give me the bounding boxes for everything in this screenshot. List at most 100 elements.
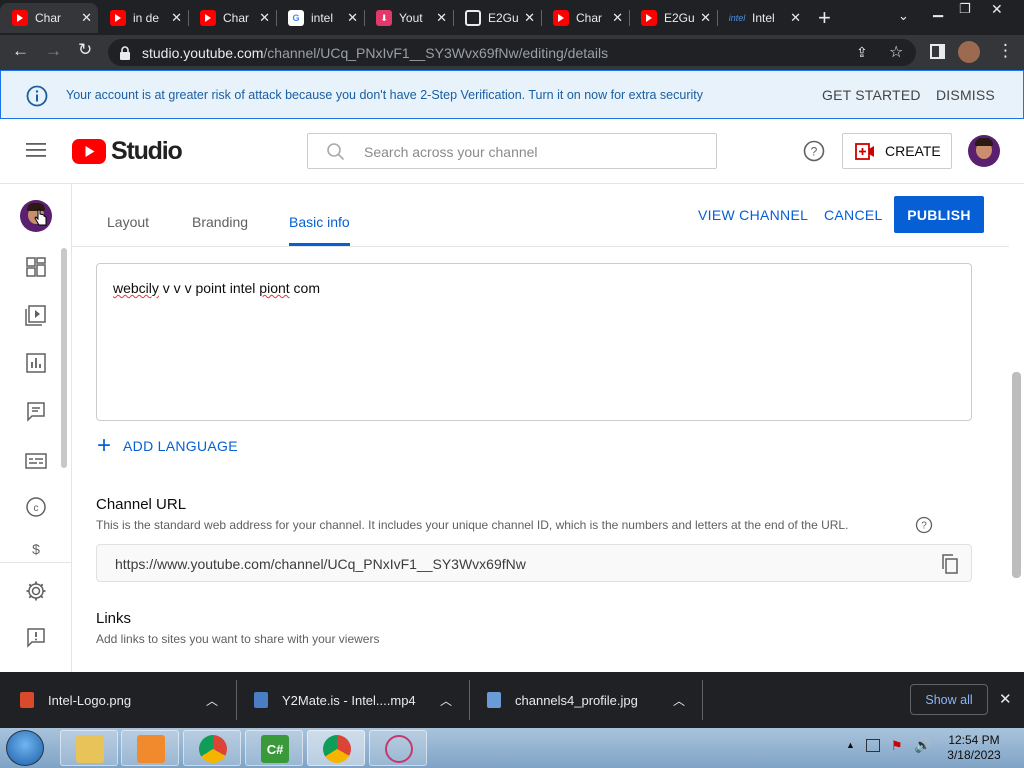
close-icon[interactable]: ✕ bbox=[612, 10, 623, 26]
download-item[interactable]: Y2Mate.is - Intel....mp4 ︿ bbox=[254, 672, 464, 728]
taskbar-chrome-active[interactable] bbox=[307, 730, 365, 766]
browser-tab[interactable]: ⬇ Yout ✕ bbox=[364, 3, 453, 33]
download-item[interactable]: channels4_profile.jpg ︿ bbox=[487, 672, 697, 728]
scissors-icon bbox=[385, 735, 413, 763]
browser-tab[interactable]: Char ✕ bbox=[0, 3, 98, 33]
subtitles-icon[interactable] bbox=[25, 450, 47, 472]
share-icon[interactable]: ⇪ bbox=[856, 44, 868, 61]
browser-tab[interactable]: in de ✕ bbox=[98, 3, 188, 33]
browser-tab[interactable]: intel Intel ✕ bbox=[717, 3, 807, 33]
tab-label: Char bbox=[35, 11, 62, 25]
search-input[interactable]: Search across your channel bbox=[307, 133, 717, 169]
chevron-up-icon[interactable]: ︿ bbox=[440, 692, 452, 709]
video-file-icon bbox=[254, 692, 268, 708]
taskbar-csharp[interactable]: C# bbox=[245, 730, 303, 766]
channel-url-field[interactable]: https://www.youtube.com/channel/UCq_PNxI… bbox=[96, 544, 972, 582]
side-panel-icon[interactable] bbox=[930, 44, 945, 59]
close-icon[interactable]: ✕ bbox=[524, 10, 535, 26]
browser-tab[interactable]: E2Gu ✕ bbox=[629, 3, 717, 33]
comments-icon[interactable] bbox=[25, 400, 47, 422]
close-icon[interactable]: ✕ bbox=[700, 10, 711, 26]
tab-layout[interactable]: Layout bbox=[107, 214, 149, 230]
taskbar-chrome[interactable] bbox=[183, 730, 241, 766]
show-all-button[interactable]: Show all bbox=[910, 684, 988, 715]
add-language-button[interactable]: + ADD LANGUAGE bbox=[97, 434, 238, 458]
close-icon[interactable]: ✕ bbox=[436, 10, 447, 26]
hamburger-menu-icon[interactable] bbox=[26, 142, 46, 158]
back-icon[interactable]: ← bbox=[12, 41, 29, 61]
cancel-button[interactable]: CANCEL bbox=[824, 207, 883, 223]
chevron-up-icon[interactable]: ︿ bbox=[673, 692, 685, 709]
close-downloads-icon[interactable]: ✕ bbox=[999, 690, 1012, 708]
description-word: piont bbox=[259, 280, 290, 296]
studio-logo[interactable]: Studio bbox=[72, 137, 183, 166]
close-icon[interactable]: ✕ bbox=[81, 10, 92, 26]
download-filename: channels4_profile.jpg bbox=[515, 692, 638, 708]
chevron-up-icon[interactable]: ︿ bbox=[206, 692, 218, 709]
analytics-icon[interactable] bbox=[25, 352, 47, 374]
feedback-icon[interactable] bbox=[25, 626, 47, 648]
download-item[interactable]: Intel-Logo.png ︿ bbox=[20, 672, 230, 728]
help-icon[interactable]: ? bbox=[803, 140, 825, 162]
tray-expand-icon[interactable]: ▲ bbox=[846, 740, 855, 750]
reload-icon[interactable]: ↻ bbox=[78, 40, 92, 60]
tab-label: in de bbox=[133, 11, 160, 25]
earn-icon[interactable]: $ bbox=[25, 542, 47, 556]
youtube-icon bbox=[110, 10, 126, 26]
taskbar-explorer[interactable] bbox=[60, 730, 118, 766]
tab-branding[interactable]: Branding bbox=[192, 214, 248, 230]
left-nav: c $ bbox=[0, 184, 72, 672]
taskbar-clock[interactable]: 12:54 PM 3/18/2023 bbox=[942, 733, 1006, 763]
network-icon[interactable] bbox=[866, 739, 880, 752]
account-avatar[interactable] bbox=[968, 135, 1000, 167]
help-icon[interactable]: ? bbox=[915, 516, 933, 534]
start-button-icon[interactable] bbox=[6, 730, 44, 766]
taskbar-snipping-tool[interactable] bbox=[369, 730, 427, 766]
lock-icon[interactable] bbox=[119, 46, 131, 60]
taskbar-media-player[interactable] bbox=[121, 730, 179, 766]
browser-tab[interactable]: E2Gu ✕ bbox=[453, 3, 541, 33]
copyright-icon[interactable]: c bbox=[25, 496, 47, 518]
restore-icon[interactable]: ❐ bbox=[959, 1, 971, 17]
publish-button[interactable]: PUBLISH bbox=[894, 196, 984, 233]
main-scrollbar[interactable] bbox=[1012, 372, 1021, 578]
browser-tab[interactable]: G intel ✕ bbox=[276, 3, 364, 33]
security-banner: Your account is at greater risk of attac… bbox=[0, 70, 1024, 119]
get-started-button[interactable]: GET STARTED bbox=[822, 87, 921, 103]
settings-gear-icon[interactable] bbox=[25, 580, 47, 602]
tab-basic-info[interactable]: Basic info bbox=[289, 214, 350, 230]
new-tab-icon[interactable]: + bbox=[818, 5, 831, 31]
url-text: studio.youtube.com/channel/UCq_PNxIvF1__… bbox=[142, 45, 608, 61]
description-textarea[interactable]: webcily v v v point intel piont com bbox=[96, 263, 972, 421]
logo-text: Studio bbox=[111, 137, 183, 165]
dashboard-icon[interactable] bbox=[25, 256, 47, 278]
address-bar[interactable]: studio.youtube.com/channel/UCq_PNxIvF1__… bbox=[108, 39, 916, 66]
close-icon[interactable]: ✕ bbox=[259, 10, 270, 26]
windows-taskbar: C# ▲ ⚑ 🔊 12:54 PM 3/18/2023 bbox=[0, 728, 1024, 768]
download-icon: ⬇ bbox=[376, 10, 392, 26]
nav-scrollbar[interactable] bbox=[61, 248, 67, 468]
browser-menu-icon[interactable]: ⋮ bbox=[997, 41, 1014, 61]
bookmark-star-icon[interactable]: ☆ bbox=[889, 42, 903, 62]
tab-search-icon[interactable]: ⌄ bbox=[898, 8, 909, 24]
image-file-icon bbox=[487, 692, 501, 708]
action-center-icon[interactable]: ⚑ bbox=[891, 738, 903, 754]
minimize-icon[interactable]: ▁ bbox=[933, 2, 943, 18]
globe-icon bbox=[465, 10, 481, 26]
close-icon[interactable]: ✕ bbox=[347, 10, 358, 26]
close-icon[interactable]: ✕ bbox=[171, 10, 182, 26]
profile-avatar-icon[interactable] bbox=[958, 41, 980, 63]
forward-icon[interactable]: → bbox=[45, 41, 62, 61]
browser-tab[interactable]: Char ✕ bbox=[541, 3, 629, 33]
dismiss-button[interactable]: DISMISS bbox=[936, 87, 995, 103]
tabs-divider bbox=[72, 246, 1009, 247]
window-close-icon[interactable]: ✕ bbox=[991, 1, 1003, 18]
create-button[interactable]: CREATE bbox=[842, 133, 952, 169]
view-channel-button[interactable]: VIEW CHANNEL bbox=[698, 207, 808, 223]
close-icon[interactable]: ✕ bbox=[790, 10, 801, 26]
links-description: Add links to sites you want to share wit… bbox=[96, 632, 380, 646]
volume-icon[interactable]: 🔊 bbox=[914, 737, 931, 754]
browser-tab[interactable]: Char ✕ bbox=[188, 3, 276, 33]
content-icon[interactable] bbox=[25, 304, 47, 326]
copy-icon[interactable] bbox=[941, 554, 959, 574]
